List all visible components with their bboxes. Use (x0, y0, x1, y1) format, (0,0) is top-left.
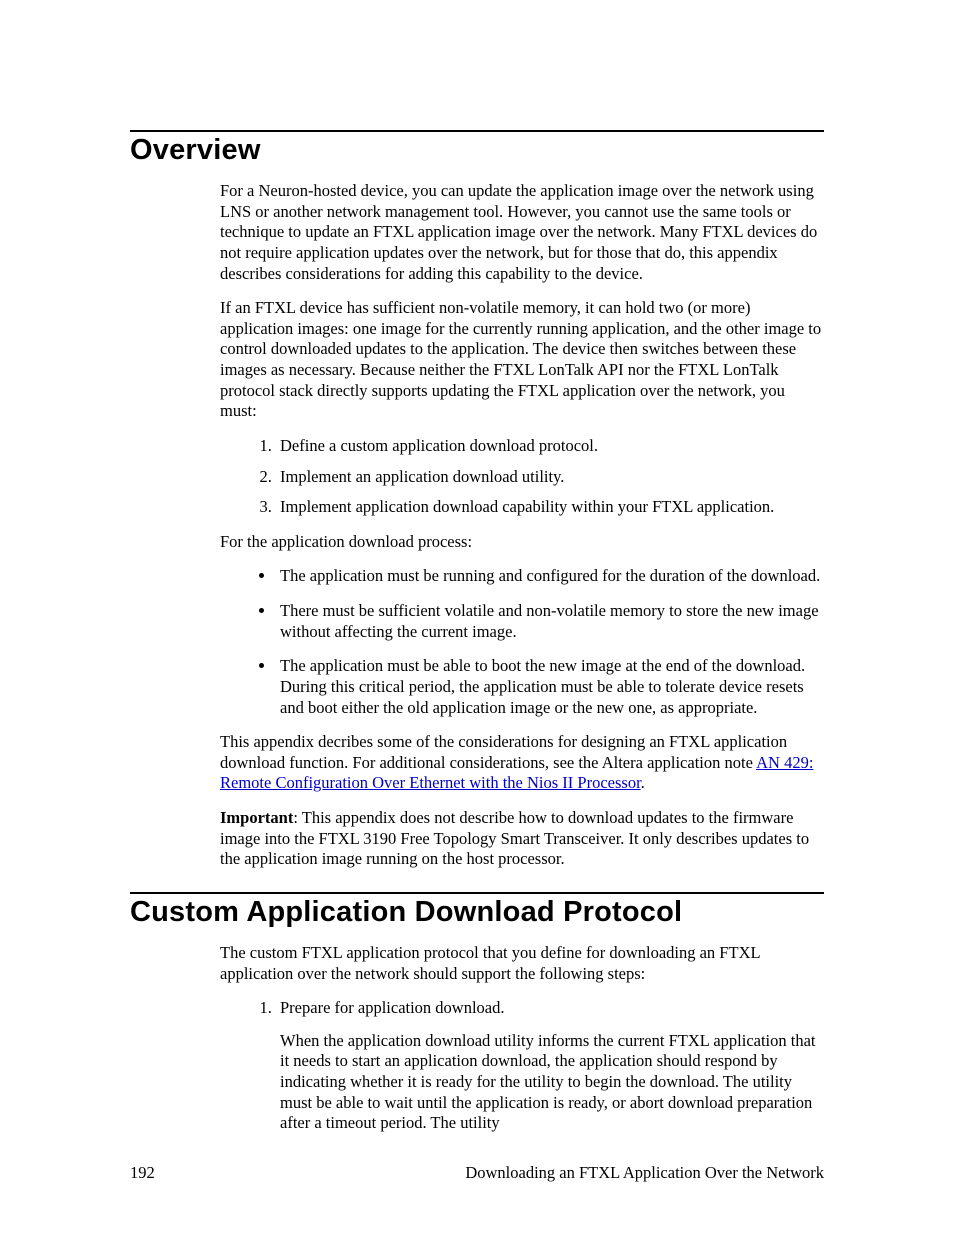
section-rule (130, 892, 824, 894)
list-item: The application must be running and conf… (276, 566, 824, 587)
page-footer: 192 Downloading an FTXL Application Over… (130, 1163, 824, 1183)
overview-numbered-list: Define a custom application download pro… (220, 436, 824, 518)
overview-p4-pre: This appendix decribes some of the consi… (220, 732, 787, 772)
important-text: : This appendix does not describe how to… (220, 808, 809, 868)
footer-title: Downloading an FTXL Application Over the… (465, 1163, 824, 1183)
section-rule (130, 130, 824, 132)
custom-numbered-list: Prepare for application download. When t… (220, 998, 824, 1134)
overview-bullet-list: The application must be running and conf… (220, 566, 824, 718)
custom-p1: The custom FTXL application protocol tha… (220, 943, 824, 984)
overview-p4: This appendix decribes some of the consi… (220, 732, 824, 794)
overview-p5: Important: This appendix does not descri… (220, 808, 824, 870)
list-item: The application must be able to boot the… (276, 656, 824, 718)
list-item: Define a custom application download pro… (276, 436, 824, 457)
step-lead: Prepare for application download. (280, 998, 505, 1017)
overview-p3: For the application download process: (220, 532, 824, 553)
list-item: Prepare for application download. When t… (276, 998, 824, 1134)
list-item: Implement application download capabilit… (276, 497, 824, 518)
list-item: There must be sufficient volatile and no… (276, 601, 824, 642)
section-custom-protocol: Custom Application Download Protocol The… (130, 892, 824, 1134)
page-content: Overview For a Neuron-hosted device, you… (0, 0, 954, 1134)
step-body: When the application download utility in… (280, 1031, 824, 1134)
list-item: Implement an application download utilit… (276, 467, 824, 488)
page-number: 192 (130, 1163, 155, 1183)
heading-overview: Overview (130, 134, 824, 167)
overview-p2: If an FTXL device has sufficient non-vol… (220, 298, 824, 422)
custom-protocol-body: The custom FTXL application protocol tha… (220, 943, 824, 1134)
overview-body: For a Neuron-hosted device, you can upda… (220, 181, 824, 870)
important-label: Important (220, 808, 293, 827)
heading-custom-protocol: Custom Application Download Protocol (130, 896, 824, 929)
overview-p1: For a Neuron-hosted device, you can upda… (220, 181, 824, 284)
overview-p4-post: . (641, 773, 645, 792)
